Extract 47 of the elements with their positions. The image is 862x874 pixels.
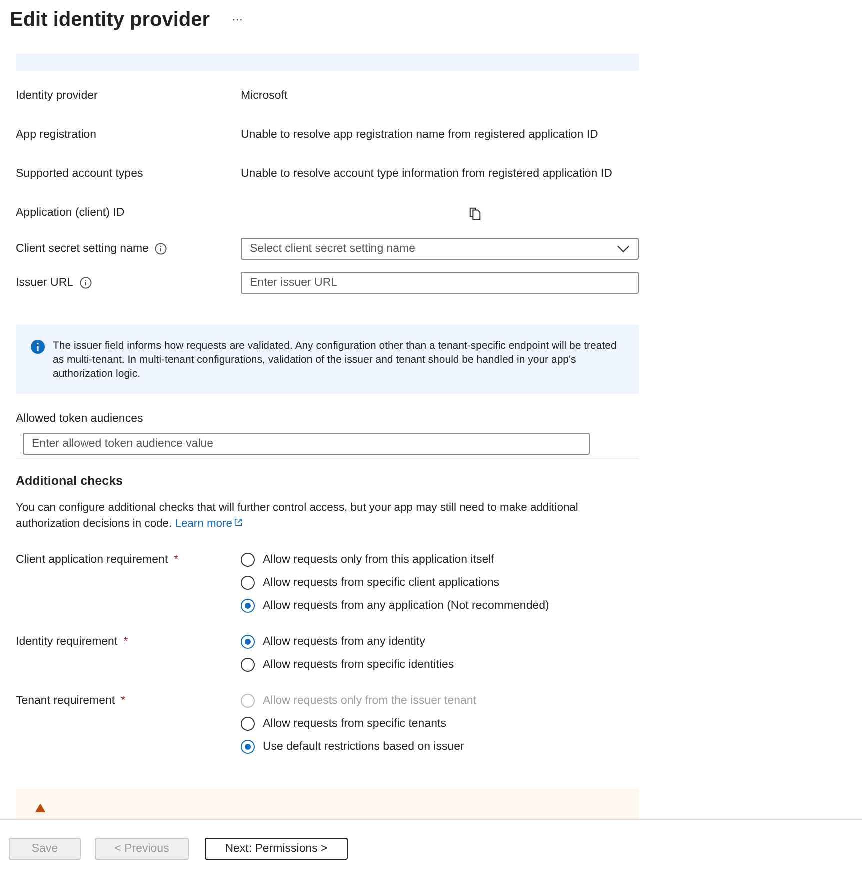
field-value: Unable to resolve account type information from registered application ID	[241, 168, 612, 180]
required-mark: *	[121, 695, 126, 707]
more-button[interactable]: ···	[232, 14, 244, 26]
info-icon	[31, 340, 45, 354]
radio-button[interactable]	[241, 740, 255, 754]
info-message: The issuer field informs how requests are validated. Any configuration other than a tenant-specific endpoint will be treated as multi-tenant. In multi-tenant configurations, validation of the issuer and tenant should be handled in your app's authorization logic.	[53, 339, 618, 381]
field-label: Tenant requirement	[16, 695, 116, 707]
radio-button[interactable]	[241, 552, 255, 566]
chevron-icon	[617, 245, 630, 253]
page-title: Edit identity provider	[10, 8, 210, 32]
input-field[interactable]: Enter issuer URL	[241, 272, 639, 294]
field-label: Issuer URL	[16, 277, 74, 289]
radio-label[interactable]: Allow requests from specific tenants	[263, 718, 446, 730]
field-label: Supported account types	[16, 168, 144, 180]
field-label: Identity requirement	[16, 636, 118, 648]
field-label: Allowed token audiences	[16, 413, 144, 425]
field-label: Client secret setting name	[16, 243, 149, 255]
description-text: You can configure additional checks that will further control access, but your app may still need to make additional authorization decisions in code. Learn more	[16, 501, 580, 532]
section-heading: Additional checks	[16, 474, 124, 488]
radio-label[interactable]: Allow requests from specific identities	[263, 658, 454, 670]
warning-icon	[35, 803, 46, 813]
info-icon[interactable]	[154, 243, 167, 255]
radio-button[interactable]	[241, 716, 255, 730]
info-icon[interactable]	[80, 277, 92, 289]
radio-label[interactable]: Allow requests only from this application itself	[263, 554, 494, 566]
copy-icon[interactable]	[469, 206, 482, 220]
field-label: Identity provider	[16, 90, 98, 102]
field-label: Application (client) ID	[16, 207, 125, 219]
radio-button[interactable]	[241, 658, 255, 672]
radio-label[interactable]: Use default restrictions based on issuer	[263, 740, 464, 752]
required-mark: *	[174, 554, 179, 566]
input-field[interactable]: Enter allowed token audience value	[23, 433, 590, 455]
field-label: Client application requirement	[16, 554, 168, 566]
external-link-icon	[234, 518, 244, 527]
footer-button[interactable]: Next: Permissions >	[205, 838, 348, 860]
dropdown[interactable]: Select client secret setting name	[241, 238, 639, 260]
field-value: Unable to resolve app registration name from registered application ID	[241, 129, 598, 141]
required-mark: *	[124, 636, 128, 648]
learn-more-link[interactable]: Learn more	[175, 518, 244, 530]
radio-label[interactable]: Allow requests from any identity	[263, 636, 426, 648]
radio-label[interactable]: Allow requests from any application (Not recommended)	[263, 600, 550, 612]
radio-button[interactable]	[241, 576, 255, 590]
radio-label[interactable]: Allow requests from specific client applications	[263, 576, 500, 588]
radio-button[interactable]	[241, 634, 255, 648]
field-value: Microsoft	[241, 90, 288, 102]
field-label: App registration	[16, 129, 97, 141]
radio-button[interactable]	[241, 598, 255, 612]
